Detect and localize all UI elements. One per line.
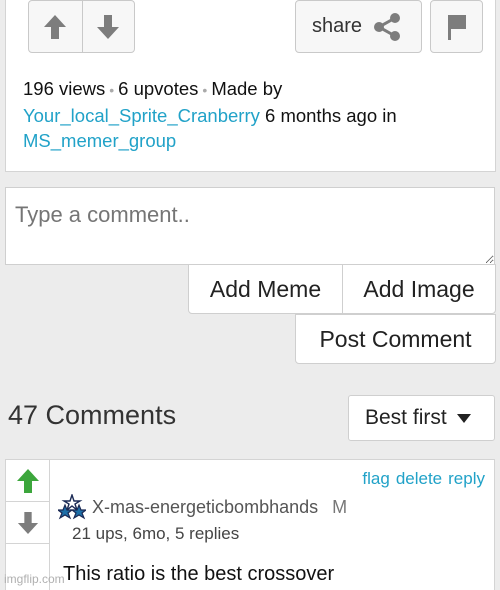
author-link[interactable]: Your_local_Sprite_Cranberry [23, 105, 260, 126]
sort-value: Best first [365, 406, 447, 429]
comment-downvote-button[interactable] [6, 502, 49, 544]
separator-dot: • [202, 82, 208, 98]
post-vote-group [28, 0, 135, 53]
share-icon [374, 12, 401, 41]
comment-upvote-button[interactable] [6, 460, 49, 502]
caret-down-icon [456, 413, 471, 423]
made-by-label: Made by [211, 78, 283, 99]
comments-count: 47 Comments [8, 400, 177, 430]
post-panel: share 196 views • 6 upvotes • Made by Your_l… [5, 0, 496, 172]
comment-username[interactable]: X-mas-energeticbombhands [92, 497, 318, 518]
view-count: 196 views [23, 78, 106, 99]
watermark: imgflip.com [4, 572, 65, 586]
post-comment-button[interactable]: Post Comment [295, 314, 496, 364]
post-meta: 196 views • 6 upvotes • Made by Your_local_S… [23, 76, 483, 153]
mod-badge: M [332, 496, 348, 517]
downvote-button[interactable] [81, 1, 135, 52]
stars-avatar-icon [58, 494, 86, 520]
add-image-button[interactable]: Add Image [342, 264, 496, 314]
upvote-button[interactable] [29, 1, 82, 52]
flag-link[interactable]: flag [362, 469, 389, 489]
comment-vote-column [6, 460, 50, 590]
flag-icon [447, 14, 466, 40]
arrow-up-icon [16, 468, 39, 493]
sort-dropdown[interactable]: Best first [348, 395, 495, 441]
arrow-up-icon [44, 14, 67, 39]
comment-card: flag delete reply X-mas-energeticbombhan… [5, 459, 495, 590]
post-time: 6 months ago in [265, 105, 397, 126]
arrow-down-icon [17, 511, 38, 534]
delete-link[interactable]: delete [396, 469, 442, 489]
comment-input[interactable] [5, 187, 495, 265]
comment-stats: 21 ups, 6mo, 5 replies [72, 524, 240, 543]
flag-button[interactable] [430, 0, 483, 53]
arrow-down-icon [97, 14, 120, 39]
share-button[interactable]: share [295, 0, 422, 53]
stream-link[interactable]: MS_memer_group [23, 130, 176, 151]
upvote-count: 6 upvotes [118, 78, 199, 99]
add-meme-button[interactable]: Add Meme [188, 264, 343, 314]
comment-actions: flag delete reply [362, 469, 485, 489]
share-label: share [312, 15, 363, 37]
comment-text: This ratio is the best crossover [63, 563, 335, 585]
separator-dot: • [109, 82, 115, 98]
comment-user-row: X-mas-energeticbombhands M [58, 494, 347, 520]
reply-link[interactable]: reply [448, 469, 485, 489]
